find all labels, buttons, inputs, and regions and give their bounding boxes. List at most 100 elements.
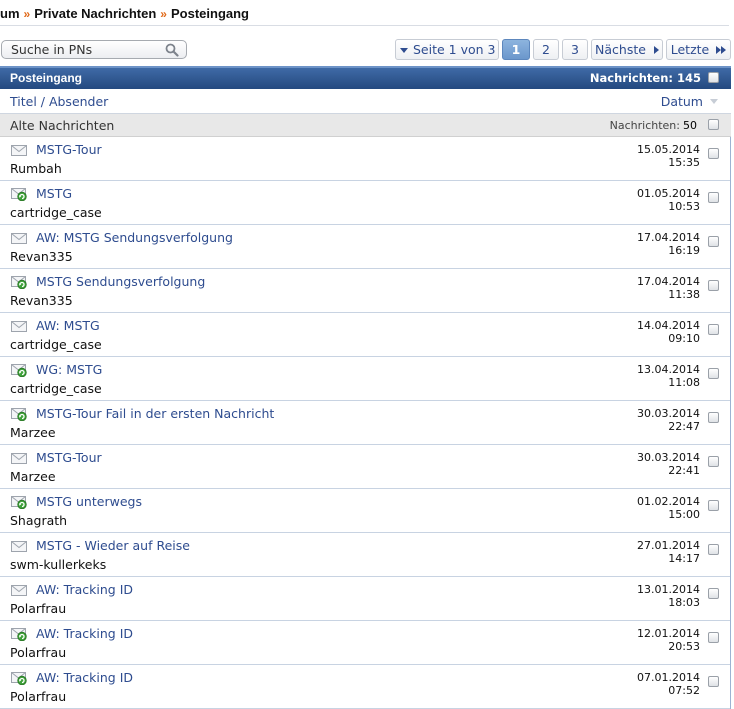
chevron-right-icon <box>653 46 659 54</box>
message-checkbox[interactable] <box>708 192 719 203</box>
message-time: 09:10 <box>668 332 700 345</box>
message-title[interactable]: MSTG - Wieder auf Reise <box>36 538 190 553</box>
message-row[interactable]: MSTG-Tour Fail in der ersten Nachricht M… <box>0 401 730 445</box>
select-all-checkbox[interactable] <box>708 72 719 83</box>
message-row[interactable]: AW: Tracking ID Polarfrau 13.01.2014 18:… <box>0 577 730 621</box>
message-checkbox[interactable] <box>708 588 719 599</box>
message-date: 01.02.2014 <box>637 495 700 508</box>
envelope-replied-icon <box>11 275 27 290</box>
message-sender[interactable]: Revan335 <box>10 249 73 264</box>
message-sender[interactable]: cartridge_case <box>10 337 102 352</box>
message-time: 11:38 <box>668 288 700 301</box>
message-title[interactable]: MSTG unterwegs <box>36 494 142 509</box>
message-time: 10:53 <box>668 200 700 213</box>
message-title[interactable]: MSTG Sendungsverfolgung <box>36 274 205 289</box>
message-checkbox[interactable] <box>708 412 719 423</box>
envelope-replied-icon <box>11 187 27 202</box>
message-time: 22:47 <box>668 420 700 433</box>
search-icon[interactable] <box>165 43 179 57</box>
message-date: 27.01.2014 <box>637 539 700 552</box>
message-title[interactable]: MSTG <box>36 186 72 201</box>
message-sender[interactable]: cartridge_case <box>10 381 102 396</box>
message-sender[interactable]: Shagrath <box>10 513 67 528</box>
chevron-down-icon <box>400 48 408 53</box>
breadcrumb-forum[interactable]: um <box>0 6 20 21</box>
message-row[interactable]: MSTG Sendungsverfolgung Revan335 17.04.2… <box>0 269 730 313</box>
message-title[interactable]: AW: Tracking ID <box>36 626 133 641</box>
message-time: 16:19 <box>668 244 700 257</box>
page-button-2[interactable]: 2 <box>533 39 559 60</box>
message-date: 12.01.2014 <box>637 627 700 640</box>
message-row[interactable]: AW: Tracking ID Polarfrau 07.01.2014 07:… <box>0 665 730 709</box>
group-label: Alte Nachrichten <box>10 118 115 133</box>
search-input[interactable]: Suche in PNs <box>1 40 187 59</box>
message-date: 30.03.2014 <box>637 407 700 420</box>
search-placeholder: Suche in PNs <box>11 42 93 57</box>
message-title[interactable]: AW: MSTG Sendungsverfolgung <box>36 230 233 245</box>
breadcrumb-private-messages[interactable]: Private Nachrichten <box>34 6 156 21</box>
message-row[interactable]: MSTG - Wieder auf Reise swm-kullerkeks 2… <box>0 533 730 577</box>
page-jump-dropdown[interactable]: Seite 1 von 3 <box>395 39 499 60</box>
message-date: 14.04.2014 <box>637 319 700 332</box>
message-row[interactable]: MSTG cartridge_case 01.05.2014 10:53 <box>0 181 730 225</box>
breadcrumb-inbox: Posteingang <box>170 6 249 21</box>
message-sender[interactable]: Marzee <box>10 469 56 484</box>
page-button-1[interactable]: 1 <box>502 39 530 60</box>
message-sender[interactable]: Rumbah <box>10 161 62 176</box>
message-checkbox[interactable] <box>708 148 719 159</box>
message-checkbox[interactable] <box>708 500 719 511</box>
message-date: 01.05.2014 <box>637 187 700 200</box>
message-title[interactable]: WG: MSTG <box>36 362 102 377</box>
message-time: 15:35 <box>668 156 700 169</box>
message-row[interactable]: WG: MSTG cartridge_case 13.04.2014 11:08 <box>0 357 730 401</box>
page-button-3[interactable]: 3 <box>562 39 588 60</box>
message-title[interactable]: AW: Tracking ID <box>36 582 133 597</box>
last-page-button[interactable]: Letzte <box>666 39 731 60</box>
next-page-button[interactable]: Nächste <box>591 39 663 60</box>
message-checkbox[interactable] <box>708 280 719 291</box>
envelope-read-icon <box>11 319 27 333</box>
sort-arrow-icon[interactable] <box>710 99 718 104</box>
message-checkbox[interactable] <box>708 236 719 247</box>
message-sender[interactable]: Polarfrau <box>10 601 66 616</box>
inbox-header: Posteingang Nachrichten: 145 <box>0 66 731 89</box>
message-time: 11:08 <box>668 376 700 389</box>
group-old-messages: Alte Nachrichten Nachrichten: 50 <box>0 114 731 137</box>
message-row[interactable]: MSTG-Tour Marzee 30.03.2014 22:41 <box>0 445 730 489</box>
message-sender[interactable]: cartridge_case <box>10 205 102 220</box>
envelope-replied-icon <box>11 671 27 686</box>
message-checkbox[interactable] <box>708 324 719 335</box>
message-time: 18:03 <box>668 596 700 609</box>
message-row[interactable]: AW: MSTG Sendungsverfolgung Revan335 17.… <box>0 225 730 269</box>
envelope-read-icon <box>11 539 27 553</box>
message-title[interactable]: MSTG-Tour <box>36 450 102 465</box>
select-group-checkbox[interactable] <box>708 119 719 130</box>
message-title[interactable]: AW: MSTG <box>36 318 100 333</box>
message-title[interactable]: MSTG-Tour Fail in der ersten Nachricht <box>36 406 274 421</box>
message-checkbox[interactable] <box>708 544 719 555</box>
message-title[interactable]: AW: Tracking ID <box>36 670 133 685</box>
message-date: 13.04.2014 <box>637 363 700 376</box>
message-sender[interactable]: Revan335 <box>10 293 73 308</box>
message-checkbox[interactable] <box>708 368 719 379</box>
message-sender[interactable]: Marzee <box>10 425 56 440</box>
message-time: 15:00 <box>668 508 700 521</box>
envelope-replied-icon <box>11 407 27 422</box>
envelope-replied-icon <box>11 627 27 642</box>
message-checkbox[interactable] <box>708 676 719 687</box>
inbox-table: Posteingang Nachrichten: 145 Titel / Abs… <box>0 66 731 709</box>
sort-by-date[interactable]: Datum <box>661 94 703 109</box>
message-row[interactable]: AW: Tracking ID Polarfrau 12.01.2014 20:… <box>0 621 730 665</box>
message-row[interactable]: AW: MSTG cartridge_case 14.04.2014 09:10 <box>0 313 730 357</box>
message-checkbox[interactable] <box>708 456 719 467</box>
message-checkbox[interactable] <box>708 632 719 643</box>
message-sender[interactable]: swm-kullerkeks <box>10 557 106 572</box>
message-time: 07:52 <box>668 684 700 697</box>
message-title[interactable]: MSTG-Tour <box>36 142 102 157</box>
message-row[interactable]: MSTG unterwegs Shagrath 01.02.2014 15:00 <box>0 489 730 533</box>
message-row[interactable]: MSTG-Tour Rumbah 15.05.2014 15:35 <box>0 137 730 181</box>
breadcrumb-separator: » <box>23 7 31 21</box>
sort-by-title[interactable]: Titel / Absender <box>10 94 108 109</box>
message-sender[interactable]: Polarfrau <box>10 689 66 704</box>
message-sender[interactable]: Polarfrau <box>10 645 66 660</box>
